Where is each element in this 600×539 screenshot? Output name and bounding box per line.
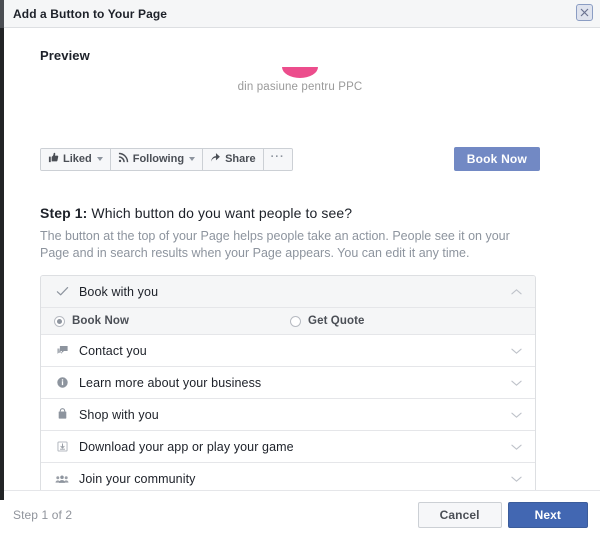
- accordion-options-row: Book Now Get Quote: [41, 308, 535, 335]
- dialog-title: Add a Button to Your Page: [13, 6, 168, 21]
- accordion-label: Download your app or play your game: [79, 439, 294, 454]
- community-people-icon: [54, 473, 70, 486]
- chevron-down-icon: [509, 475, 523, 483]
- dialog-footer: Step 1 of 2 Cancel Next: [0, 490, 600, 539]
- chevron-down-icon: [509, 443, 523, 451]
- share-button[interactable]: Share: [203, 148, 264, 170]
- radio-option-label: Get Quote: [308, 315, 365, 327]
- chevron-up-icon: [509, 288, 523, 296]
- accordion-row-join-community[interactable]: Join your community: [41, 463, 535, 490]
- radio-option-book-now[interactable]: Book Now: [54, 315, 129, 327]
- chevron-down-icon: [509, 347, 523, 355]
- step-heading-rest: Which button do you want people to see?: [87, 205, 353, 221]
- liked-button[interactable]: Liked: [41, 148, 111, 170]
- accordion-row-book-with-you[interactable]: Book with you: [41, 276, 535, 308]
- dialog-titlebar: Add a Button to Your Page: [0, 0, 600, 28]
- chevron-down-icon: [509, 379, 523, 387]
- accordion-row-shop-with-you[interactable]: Shop with you: [41, 399, 535, 431]
- liked-button-label: Liked: [63, 153, 92, 165]
- accordion-label: Book with you: [79, 284, 159, 299]
- following-button[interactable]: Following: [110, 148, 204, 170]
- footer-actions: Cancel Next: [417, 502, 588, 528]
- step-heading-bold: Step 1:: [40, 205, 88, 221]
- accordion-label: Shop with you: [79, 407, 159, 422]
- add-button-dialog: Add a Button to Your Page Preview din pa…: [0, 0, 600, 539]
- page-button-group: Liked Following Share ···: [40, 147, 293, 171]
- radio-option-label: Book Now: [72, 315, 130, 327]
- chevron-down-icon: [189, 157, 196, 161]
- share-arrow-icon: [210, 152, 221, 166]
- preview-cta-button[interactable]: Book Now: [453, 147, 540, 171]
- close-icon: [580, 8, 589, 17]
- close-button[interactable]: [576, 4, 593, 21]
- accordion-label: Learn more about your business: [79, 375, 262, 390]
- following-button-label: Following: [132, 153, 185, 165]
- accordion-label: Contact you: [79, 343, 147, 358]
- info-circle-icon: [54, 376, 70, 389]
- chevron-down-icon: [509, 411, 523, 419]
- logo-swoosh-icon: [282, 67, 318, 78]
- page-action-row: Liked Following Share ··· Book Now: [40, 147, 568, 171]
- accordion-row-download-app[interactable]: Download your app or play your game: [41, 431, 535, 463]
- accordion-row-contact-you[interactable]: Contact you: [41, 335, 535, 367]
- chevron-down-icon: [96, 157, 103, 161]
- preview-label: Preview: [40, 48, 90, 63]
- radio-option-get-quote[interactable]: Get Quote: [290, 315, 365, 327]
- more-options-button[interactable]: ···: [263, 148, 292, 170]
- more-options-icon: ···: [270, 150, 285, 163]
- accordion-label: Join your community: [79, 472, 196, 486]
- radio-indicator: [54, 315, 65, 327]
- accordion-row-learn-more[interactable]: Learn more about your business: [41, 367, 535, 399]
- page-logo: din pasiune pentru PPC: [32, 67, 568, 121]
- shopping-bag-icon: [54, 408, 70, 421]
- logo-tagline: din pasiune pentru PPC: [237, 81, 363, 93]
- step-counter: Step 1 of 2: [13, 508, 73, 522]
- step-heading: Step 1: Which button do you want people …: [40, 205, 568, 221]
- share-button-label: Share: [225, 153, 256, 165]
- speech-bubble-icon: [54, 344, 70, 357]
- radio-indicator: [290, 315, 302, 327]
- check-icon: [54, 285, 70, 298]
- cancel-button[interactable]: Cancel: [417, 502, 502, 528]
- window-edge-top: [0, 0, 4, 28]
- next-button[interactable]: Next: [507, 502, 588, 528]
- rss-icon: [118, 152, 129, 166]
- dialog-body: Preview din pasiune pentru PPC Liked Fol…: [0, 28, 600, 490]
- window-edge-strip: [0, 28, 4, 500]
- step-description: The button at the top of your Page helps…: [40, 229, 510, 260]
- button-category-accordion: Book with you Book Now Get Quote Contact…: [40, 275, 536, 490]
- download-box-icon: [54, 440, 70, 453]
- thumbs-up-icon: [48, 152, 59, 166]
